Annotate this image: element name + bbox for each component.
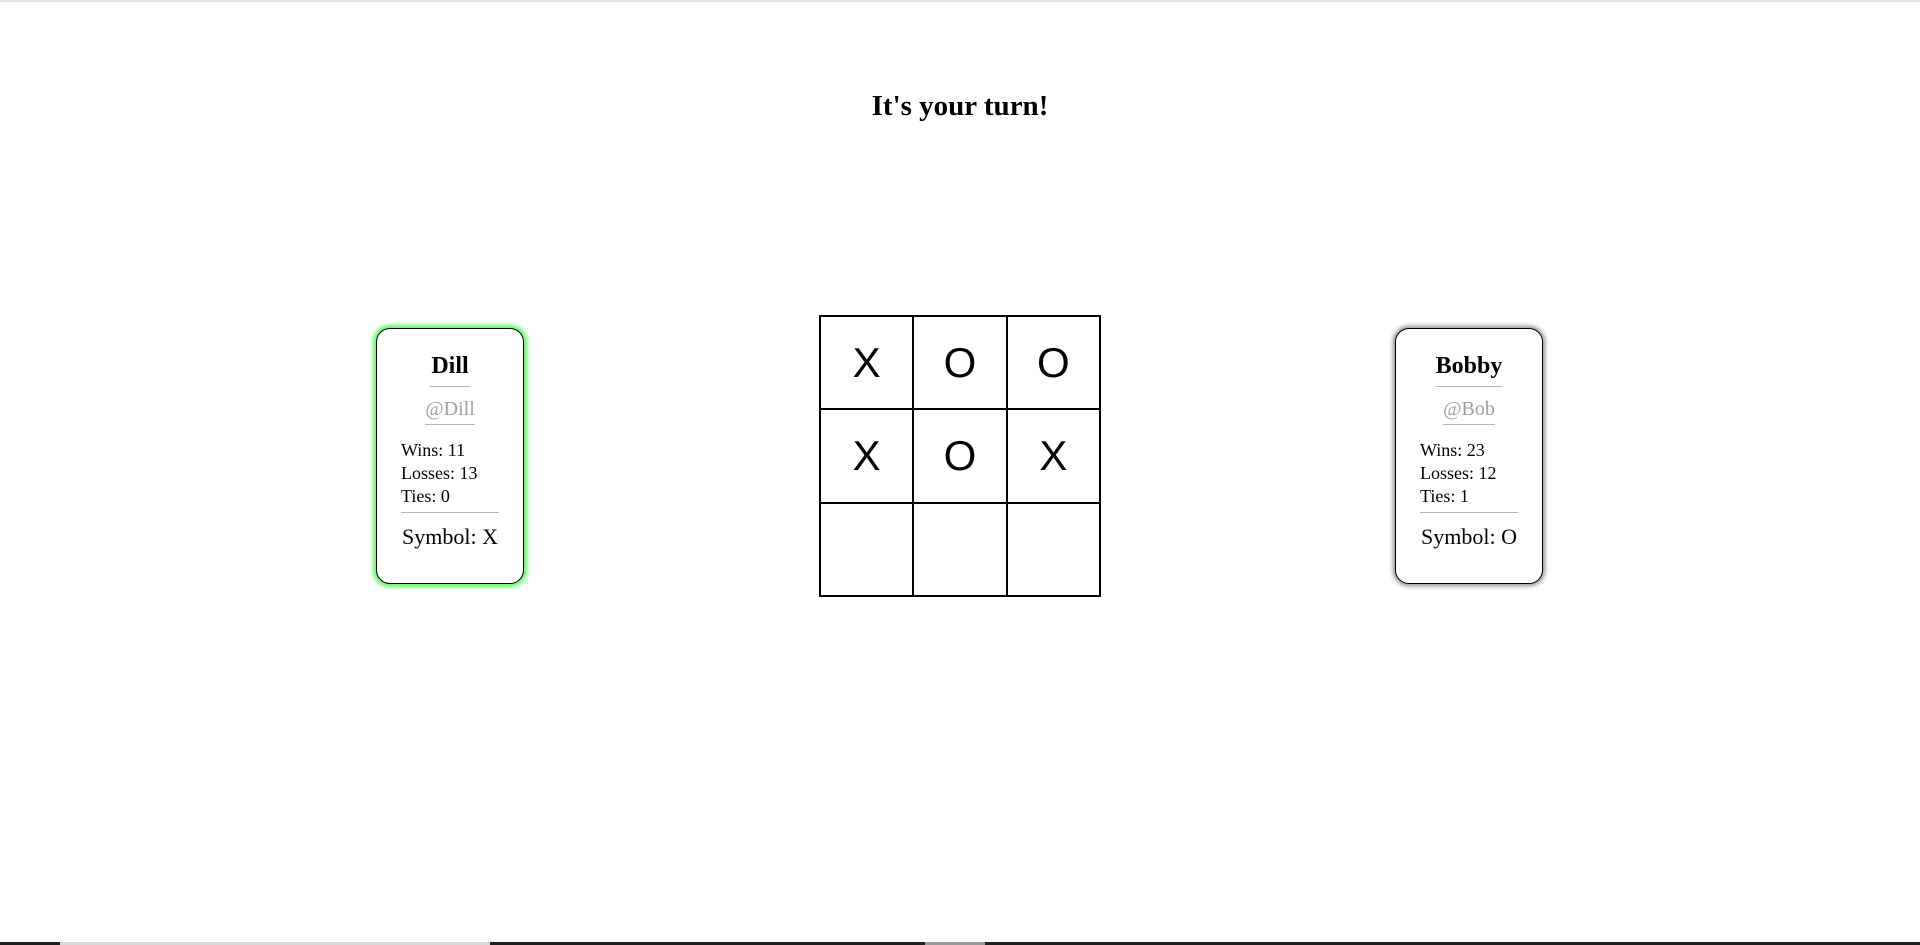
player-ties: Ties: 1 — [1420, 486, 1469, 506]
board-cell-2[interactable]: O — [913, 316, 1007, 410]
board-cell-3[interactable]: O — [1006, 316, 1100, 410]
board-cell-1[interactable]: X — [820, 316, 914, 410]
player-symbol: Symbol: X — [402, 524, 498, 549]
board-cell-5[interactable]: O — [913, 409, 1007, 503]
player-handle: @Dill — [425, 398, 475, 425]
board-cell-9[interactable] — [1006, 502, 1100, 596]
turn-status-heading: It's your turn! — [871, 90, 1049, 122]
player-handle: @Bob — [1443, 398, 1495, 425]
player-stats: Wins: 23 Losses: 12 Ties: 1 — [1420, 439, 1518, 513]
board-cell-7[interactable] — [820, 502, 914, 596]
player-card-dill: Dill @Dill Wins: 11 Losses: 13 Ties: 0 S… — [376, 328, 524, 584]
player-losses: Losses: 12 — [1420, 463, 1497, 483]
player-card-bobby: Bobby @Bob Wins: 23 Losses: 12 Ties: 1 S… — [1395, 328, 1543, 584]
board-cell-8[interactable] — [913, 502, 1007, 596]
top-divider — [0, 0, 1920, 2]
player-wins: Wins: 23 — [1420, 440, 1485, 460]
board-cell-4[interactable]: X — [820, 409, 914, 503]
player-symbol: Symbol: O — [1421, 524, 1517, 549]
player-ties: Ties: 0 — [401, 486, 450, 506]
player-name: Dill — [430, 353, 470, 387]
player-losses: Losses: 13 — [401, 463, 478, 483]
player-stats: Wins: 11 Losses: 13 Ties: 0 — [401, 439, 499, 513]
player-wins: Wins: 11 — [401, 440, 466, 460]
player-name: Bobby — [1435, 353, 1503, 387]
game-board: X O O X O X — [819, 315, 1101, 597]
board-cell-6[interactable]: X — [1006, 409, 1100, 503]
